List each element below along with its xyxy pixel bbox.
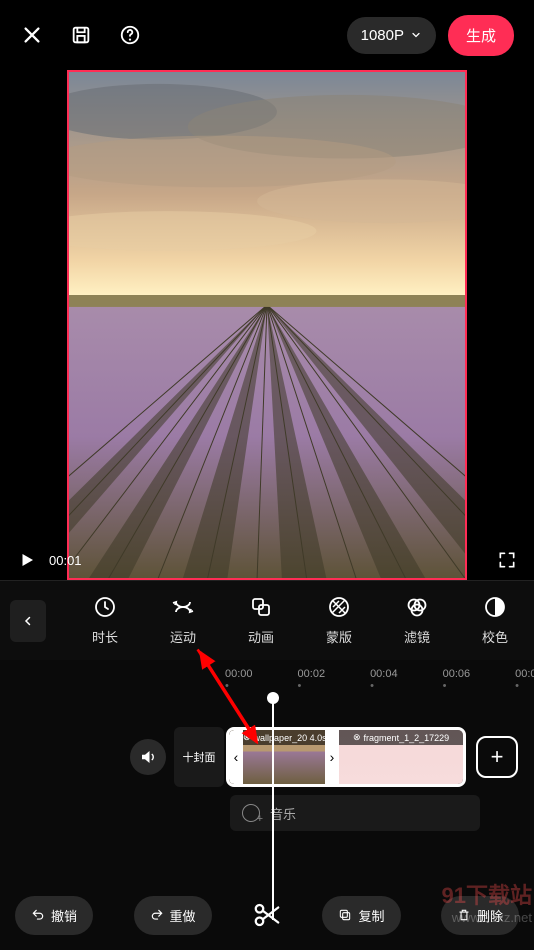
- tool-label: 动画: [248, 627, 274, 646]
- player-controls: 00:01: [0, 540, 534, 580]
- mute-button[interactable]: [130, 739, 166, 775]
- ruler-tick: 00:06: [443, 668, 486, 692]
- resolution-label: 1080P: [361, 27, 404, 44]
- tool-label: 运动: [170, 627, 196, 646]
- filter-icon: [405, 595, 429, 619]
- tool-duration[interactable]: 时长: [92, 595, 118, 646]
- chevron-down-icon: [410, 29, 422, 41]
- resolution-button[interactable]: 1080P: [347, 17, 436, 54]
- back-button[interactable]: [10, 600, 46, 642]
- tool-label: 时长: [92, 627, 118, 646]
- clock-icon: [93, 595, 117, 619]
- clip-2[interactable]: fragment_1_2_17229: [339, 730, 463, 784]
- close-icon: [21, 24, 43, 46]
- playhead[interactable]: [272, 698, 274, 920]
- scissors-icon: [252, 900, 282, 930]
- top-bar: 1080P 生成: [0, 0, 534, 70]
- clip-handle-left[interactable]: ‹: [229, 730, 243, 784]
- copy-button[interactable]: 复制: [322, 896, 400, 935]
- help-button[interactable]: [118, 23, 142, 47]
- copy-icon: [338, 908, 352, 922]
- lavender-field: [69, 295, 465, 578]
- save-button[interactable]: [69, 23, 93, 47]
- preview-content: [69, 72, 465, 578]
- play-icon: [18, 551, 36, 569]
- watermark: 91下载站 www.91xz.net: [442, 878, 532, 925]
- sky-clouds: [69, 72, 465, 295]
- tool-label: 校色: [482, 627, 508, 646]
- adjust-icon: [483, 595, 507, 619]
- clip-handle-right[interactable]: ›: [325, 730, 339, 784]
- ruler-tick: 00:08: [515, 668, 534, 692]
- player-left: 00:01: [15, 548, 82, 572]
- music-icon: [242, 804, 260, 822]
- clip-label: wallpaper_20 4.0s: [229, 730, 339, 745]
- add-clip-button[interactable]: +: [476, 736, 518, 778]
- time-ruler: 00:00 00:02 00:04 00:06 00:08: [0, 668, 534, 692]
- video-preview[interactable]: [67, 70, 467, 580]
- ruler-tick: 00:02: [298, 668, 341, 692]
- animation-icon: [249, 595, 273, 619]
- tool-label: 蒙版: [326, 627, 352, 646]
- generate-button[interactable]: 生成: [448, 15, 514, 56]
- current-time: 00:01: [49, 553, 82, 568]
- play-button[interactable]: [15, 548, 39, 572]
- tool-label: 滤镜: [404, 627, 430, 646]
- undo-button[interactable]: 撤销: [15, 896, 93, 935]
- tool-filter[interactable]: 滤镜: [404, 595, 430, 646]
- cover-button[interactable]: 十封面: [174, 727, 224, 787]
- undo-icon: [31, 908, 45, 922]
- fullscreen-button[interactable]: [495, 548, 519, 572]
- clip-label: fragment_1_2_17229: [339, 730, 463, 745]
- clip-track: 十封面 ‹ wallpaper_20 4.0s › fragment_1_2_1…: [0, 727, 534, 787]
- tool-list: 时长 运动 动画 蒙版 滤镜 校色: [66, 595, 534, 646]
- save-icon: [70, 24, 92, 46]
- tool-motion[interactable]: 运动: [170, 595, 196, 646]
- motion-icon: [171, 595, 195, 619]
- chevron-left-icon: [22, 613, 34, 629]
- redo-icon: [150, 908, 164, 922]
- clips-selection[interactable]: ‹ wallpaper_20 4.0s › fragment_1_2_17229: [226, 727, 466, 787]
- close-button[interactable]: [20, 23, 44, 47]
- speaker-icon: [139, 748, 157, 766]
- ruler-tick: 00:00: [225, 668, 268, 692]
- ruler-tick: 00:04: [370, 668, 413, 692]
- topbar-right: 1080P 生成: [347, 15, 514, 56]
- redo-button[interactable]: 重做: [134, 896, 212, 935]
- help-icon: [119, 24, 141, 46]
- split-button[interactable]: [252, 900, 282, 930]
- tool-animation[interactable]: 动画: [248, 595, 274, 646]
- topbar-left: [20, 23, 142, 47]
- tool-adjust[interactable]: 校色: [482, 595, 508, 646]
- mask-icon: [327, 595, 351, 619]
- clip-1[interactable]: wallpaper_20 4.0s: [229, 730, 339, 784]
- fullscreen-icon: [497, 550, 517, 570]
- add-music-button[interactable]: 音乐: [230, 795, 480, 831]
- clip-tools: 时长 运动 动画 蒙版 滤镜 校色: [0, 580, 534, 660]
- tool-mask[interactable]: 蒙版: [326, 595, 352, 646]
- action-center: [252, 900, 282, 930]
